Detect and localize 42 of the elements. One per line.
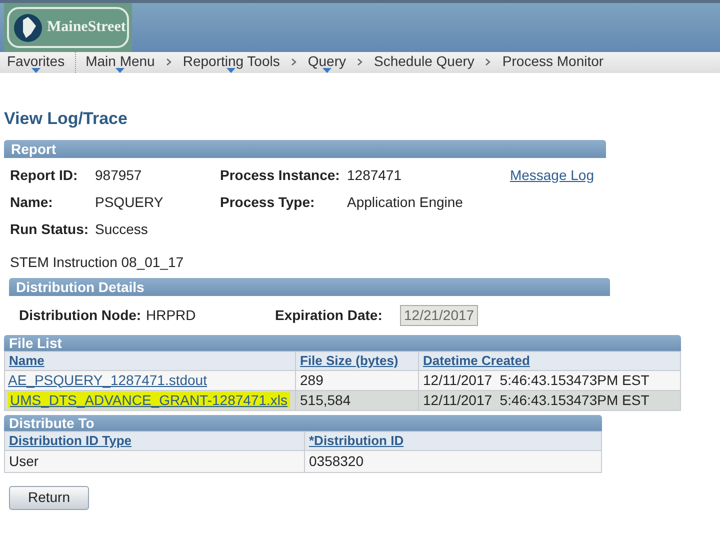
message-log-link[interactable]: Message Log [510,166,594,184]
map-icon [13,12,43,44]
field-value: Application Engine [347,194,463,210]
file-link[interactable]: UMS_DTS_ADVANCE_GRANT-1287471.xls [8,392,290,408]
column-header-link[interactable]: Name [9,353,44,368]
nav-menu-item[interactable]: Query [306,52,347,70]
section-header: Distribution Details [9,278,610,296]
table-cell: 289 [296,370,418,390]
nav-menu-item[interactable]: Reporting Tools [182,52,281,70]
field-label: Expiration Date: [275,306,384,325]
section-header: Distribute To [4,414,602,430]
nav-menu-item[interactable]: Schedule Query [373,52,476,70]
field-value: 1287471 [347,166,402,182]
field-label: Report ID: [10,166,78,182]
field-value: Success [95,220,148,236]
report-description: STEM Instruction 08_01_17 [10,254,185,270]
chevron-icon [485,58,492,66]
field-label: Process Type: [220,194,315,210]
field-label: Distribution Node: [19,306,142,324]
date-field: 12/21/2017 [400,304,478,326]
chevron-icon [290,58,297,66]
field-value: HRPRD [146,306,197,324]
table-cell: User [4,450,304,472]
field-label: Run Status: [10,220,89,236]
field-value: 987957 [95,166,142,182]
table-cell: 12/11/2017 5:46:43.153473PM EST [418,390,680,410]
chevron-icon [166,58,172,66]
table-cell: 0358320 [304,450,602,472]
table-cell: 515,584 [296,390,418,410]
table-cell: 12/11/2017 5:46:43.153473PM EST [418,370,680,390]
field-label: Process Instance: [220,166,340,182]
nav-menu-item[interactable]: Main Menu [84,52,156,70]
field-label: Name: [10,194,53,210]
logo-text: MaineStreet [47,18,126,38]
return-button[interactable]: Return [9,486,89,510]
chevron-icon [357,58,363,66]
section-header: File List [4,334,681,350]
nav-menu-item[interactable]: Favorites [6,52,66,70]
section-header: Report [4,140,606,158]
page-title: View Log/Trace [4,108,128,130]
field-value: PSQUERY [95,194,164,210]
nav-menu-item[interactable]: Process Monitor [501,52,605,70]
